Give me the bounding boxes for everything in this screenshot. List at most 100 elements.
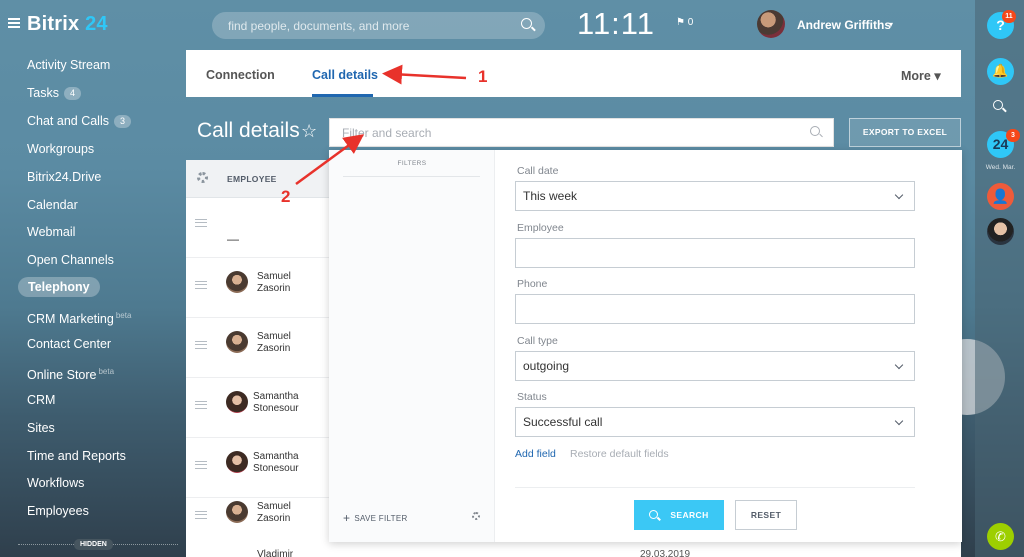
drag-handle-icon[interactable] xyxy=(195,401,207,409)
menu-item-workgroups[interactable]: Workgroups xyxy=(27,139,94,159)
active-tab-indicator xyxy=(312,94,373,97)
menu-item-activity-stream[interactable]: Activity Stream xyxy=(27,55,110,75)
menu-item-employees[interactable]: Employees xyxy=(27,501,89,521)
phone-label: Phone xyxy=(517,278,548,290)
menu-item-label: Webmail xyxy=(27,225,76,239)
avatar xyxy=(226,391,248,413)
first-name: Samuel xyxy=(257,501,291,512)
user-name[interactable]: Andrew Griffiths xyxy=(797,18,891,32)
menu-item-contact-center[interactable]: Contact Center xyxy=(27,334,111,354)
employee-label: Employee xyxy=(517,222,564,234)
menu-item-crm[interactable]: CRM xyxy=(27,390,55,410)
employee-name[interactable]: Samuel Zasorin xyxy=(257,501,317,525)
search-icon[interactable] xyxy=(521,18,532,29)
tab-call-details[interactable]: Call details xyxy=(312,68,378,82)
avatar xyxy=(226,271,248,293)
column-header-employee[interactable]: EMPLOYEE xyxy=(227,174,277,184)
menu-item-webmail[interactable]: Webmail xyxy=(27,222,75,242)
divider xyxy=(343,176,480,177)
employee-name[interactable]: Samantha Stonesour xyxy=(253,391,313,415)
menu-item-label: Chat and Calls xyxy=(27,114,109,128)
menu-item-chat-and-calls[interactable]: Chat and Calls 3 xyxy=(27,111,132,131)
filter-presets-panel: FILTERS + SAVE FILTER xyxy=(329,150,495,542)
global-search-input[interactable] xyxy=(212,12,545,39)
first-name: Samuel xyxy=(257,271,291,282)
beta-label: beta xyxy=(115,311,132,320)
drag-handle-icon[interactable] xyxy=(195,281,207,289)
menu-item-sites[interactable]: Sites xyxy=(27,418,55,438)
employee-name[interactable]: Samantha Stonesour xyxy=(253,451,313,475)
last-name: Zasorin xyxy=(257,343,291,354)
call-date-value: 29.03.2019 xyxy=(640,549,691,557)
avatar xyxy=(226,451,248,473)
hamburger-menu-icon[interactable] xyxy=(8,18,20,28)
drag-handle-icon[interactable] xyxy=(195,511,207,519)
bell-icon[interactable]: 🔔 xyxy=(987,58,1014,85)
filter-search-input[interactable] xyxy=(329,118,834,147)
phone-field[interactable] xyxy=(515,294,915,324)
drag-handle-icon[interactable] xyxy=(195,219,207,227)
calendar-counter-badge: 3 xyxy=(1006,129,1020,142)
menu-item-label: Workgroups xyxy=(27,142,95,156)
flag-counter[interactable]: ⚑ 0 xyxy=(676,17,693,28)
search-button[interactable]: SEARCH xyxy=(634,500,724,530)
counter-badge: 3 xyxy=(114,115,132,128)
employee-name[interactable]: Samuel Zasorin xyxy=(257,331,317,355)
help-counter-badge: 11 xyxy=(1002,10,1016,23)
first-name: Vladimir xyxy=(257,549,294,557)
hidden-items-toggle[interactable]: HIDDEN xyxy=(74,539,113,550)
star-icon[interactable]: ☆ xyxy=(301,121,317,142)
reset-button[interactable]: RESET xyxy=(735,500,797,530)
menu-item-label: Online Store xyxy=(27,368,97,383)
menu-item-label: Open Channels xyxy=(27,253,114,267)
menu-item-open-channels[interactable]: Open Channels xyxy=(27,250,114,270)
chevron-down-icon[interactable]: ▾ xyxy=(889,20,893,29)
last-name: Zasorin xyxy=(257,513,291,524)
menu-item-calendar[interactable]: Calendar xyxy=(27,195,78,215)
employee-name[interactable]: Samuel Zasorin xyxy=(257,271,317,295)
top-bar: Bitrix 24 11:11 ⚑ 0 Andrew Griffiths ▾ xyxy=(0,0,975,50)
menu-item-label: Bitrix24.Drive xyxy=(27,170,102,184)
user-icon[interactable]: 👤 xyxy=(987,183,1014,210)
flag-count: 0 xyxy=(687,17,694,28)
call-type-select[interactable]: outgoing xyxy=(515,351,915,381)
user-avatar[interactable] xyxy=(757,10,785,38)
add-field-link[interactable]: Add field xyxy=(515,448,556,460)
empty-value: — xyxy=(227,232,239,246)
first-name: Samantha xyxy=(253,391,299,402)
status-select[interactable]: Successful call xyxy=(515,407,915,437)
search-icon[interactable] xyxy=(810,126,820,136)
drag-handle-icon[interactable] xyxy=(195,461,207,469)
menu-item-drive[interactable]: Bitrix24.Drive xyxy=(27,167,101,187)
menu-item-tasks[interactable]: Tasks 4 xyxy=(27,83,81,103)
gear-icon[interactable] xyxy=(197,172,208,183)
menu-item-label: CRM xyxy=(27,393,56,407)
export-to-excel-button[interactable]: EXPORT TO EXCEL xyxy=(849,118,961,147)
contact-avatar[interactable] xyxy=(987,218,1014,245)
save-filter-button[interactable]: + SAVE FILTER xyxy=(343,511,408,525)
employee-name[interactable]: Vladimir xyxy=(257,549,317,557)
drag-handle-icon[interactable] xyxy=(195,341,207,349)
menu-item-label: Employees xyxy=(27,504,89,518)
menu-item-crm-marketing[interactable]: CRM Marketing beta xyxy=(27,306,131,326)
menu-item-time-and-reports[interactable]: Time and Reports xyxy=(27,446,126,466)
logo[interactable]: Bitrix 24 xyxy=(27,13,108,36)
employee-field[interactable] xyxy=(515,238,915,268)
call-date-select[interactable]: This week xyxy=(515,181,915,211)
annotation-number-1: 1 xyxy=(478,67,488,86)
menu-item-workflows[interactable]: Workflows xyxy=(27,473,84,493)
restore-default-fields-link[interactable]: Restore default fields xyxy=(570,448,669,460)
filter-popup: FILTERS + SAVE FILTER Call date This week… xyxy=(329,150,962,542)
save-filter-label: SAVE FILTER xyxy=(354,514,408,523)
menu-item-online-store[interactable]: Online Store beta xyxy=(27,362,114,382)
menu-item-label: Tasks xyxy=(27,86,59,100)
menu-item-label: Telephony xyxy=(28,280,90,294)
phone-icon[interactable]: ✆ xyxy=(987,523,1014,550)
gear-icon[interactable] xyxy=(472,512,480,520)
tab-connection[interactable]: Connection xyxy=(206,68,275,82)
tab-more[interactable]: More ▾ xyxy=(901,68,941,83)
menu-item-telephony[interactable]: Telephony xyxy=(18,277,100,297)
top-tabs: Connection Call details More ▾ xyxy=(186,50,961,97)
search-icon[interactable] xyxy=(993,100,1003,110)
clock[interactable]: 11:11 xyxy=(577,6,655,42)
